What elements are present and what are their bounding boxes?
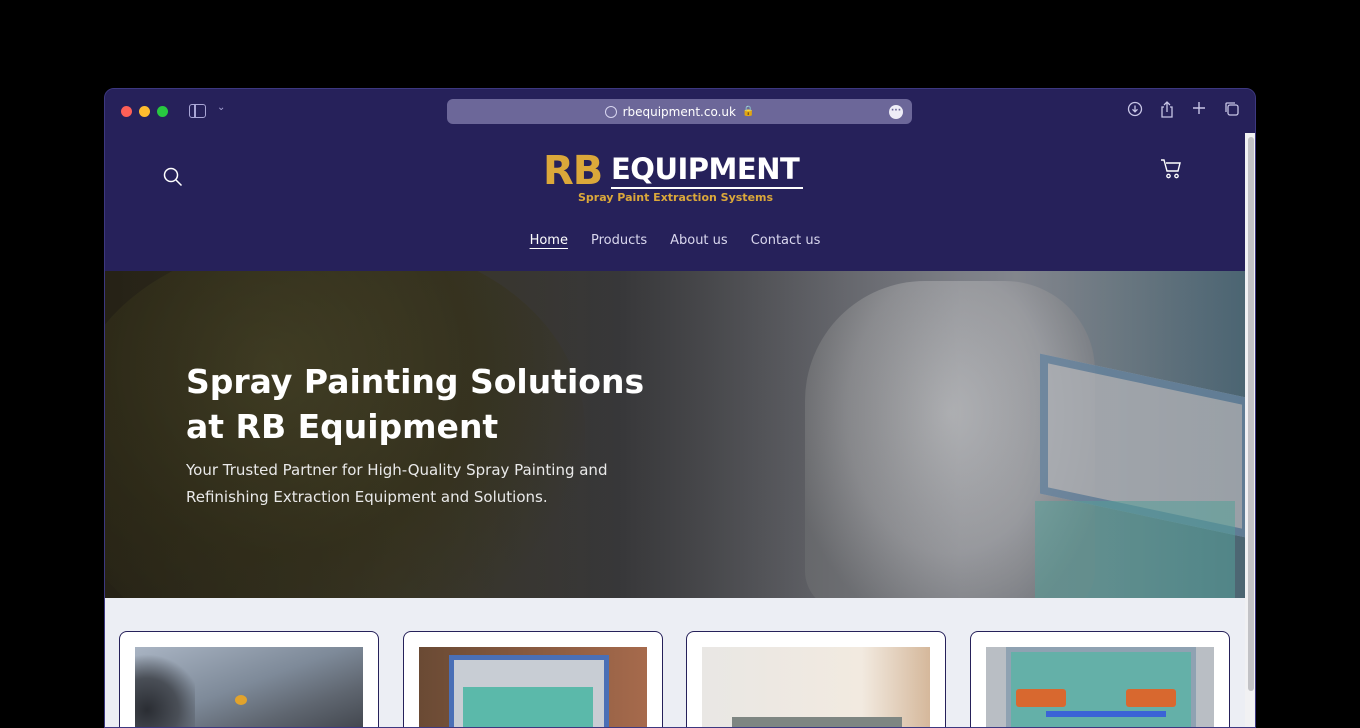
plus-icon[interactable] [1190,101,1208,119]
logo-underline [611,187,803,189]
nav-products-link[interactable]: Products [591,233,647,250]
product-image [135,647,363,727]
product-image [419,647,647,727]
address-bar[interactable]: rbequipment.co.uk 🔒 ··· [447,99,912,124]
nav-home-link[interactable]: Home [530,233,568,250]
product-grid [105,598,1245,727]
close-window-button[interactable] [121,106,132,117]
product-card[interactable] [119,631,379,727]
minimize-window-button[interactable] [139,106,150,117]
product-image [986,647,1214,727]
tabs-overview-icon[interactable] [1223,101,1241,119]
chevron-down-icon[interactable]: ⌄ [217,102,225,113]
share-icon[interactable] [1158,101,1176,119]
site-logo[interactable]: RB EQUIPMENT Spray Paint Extraction Syst… [543,149,807,209]
hero-subtitle: Your Trusted Partner for High-Quality Sp… [186,461,608,506]
hero-banner: Spray Painting Solutions at RB Equipment… [105,271,1245,598]
product-card[interactable] [970,631,1230,727]
lock-icon: 🔒 [741,106,755,117]
address-bar-url: rbequipment.co.uk [622,104,736,119]
logo-tagline: Spray Paint Extraction Systems [578,191,774,204]
nav-contact-link[interactable]: Contact us [751,233,821,250]
scrollbar-thumb[interactable] [1248,137,1254,691]
hero-title: Spray Painting Solutions at RB Equipment [186,362,645,446]
page-scrollbar[interactable] [1245,133,1255,727]
product-image [702,647,930,727]
browser-window: ⌄ rbequipment.co.uk 🔒 ··· RB EQUIPMENT S… [104,88,1256,728]
zoom-window-button[interactable] [157,106,168,117]
page-menu-icon[interactable]: ··· [889,105,903,119]
product-card[interactable] [686,631,946,727]
browser-toolbar: ⌄ rbequipment.co.uk 🔒 ··· [105,89,1255,133]
nav-about-link[interactable]: About us [670,233,728,250]
product-card[interactable] [403,631,663,727]
cart-icon[interactable] [1160,158,1182,180]
main-nav: Home Products About us Contact us [105,233,1245,250]
sidebar-toggle-icon[interactable] [189,104,206,118]
search-icon[interactable] [163,167,183,187]
download-icon[interactable] [1126,101,1144,119]
logo-equipment-text: EQUIPMENT [611,152,800,186]
logo-rb-text: RB [543,148,603,194]
globe-icon [604,105,617,118]
site-header: RB EQUIPMENT Spray Paint Extraction Syst… [105,133,1245,271]
